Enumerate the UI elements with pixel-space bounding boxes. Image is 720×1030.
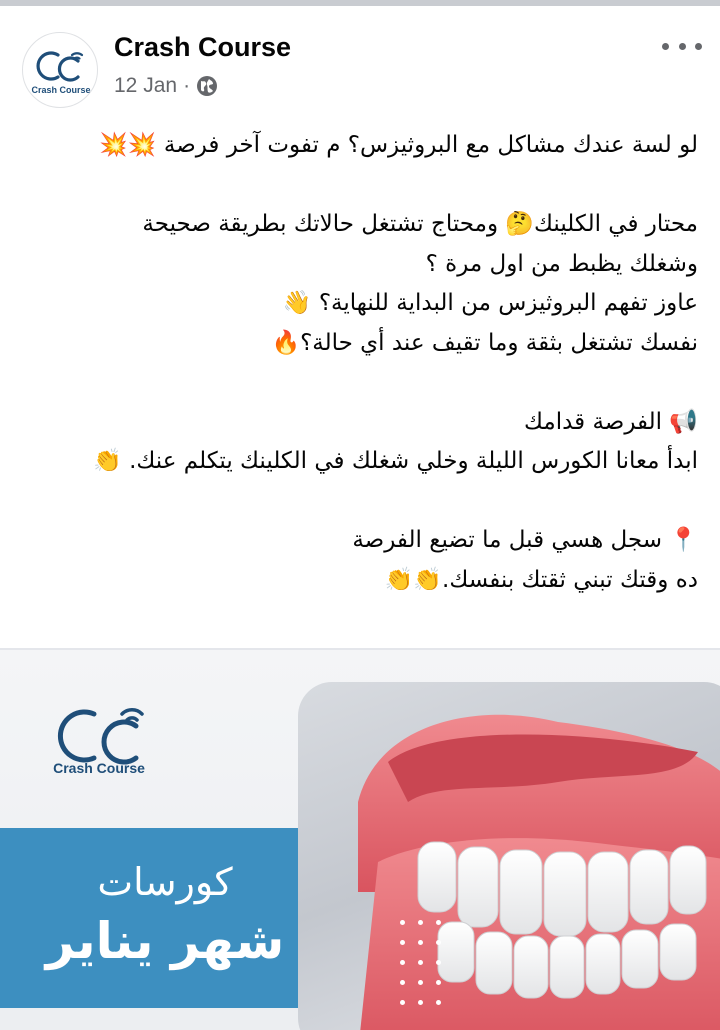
post-meta: 12 Jan · [114,74,218,98]
top-divider-strip [0,0,720,6]
post-line: وشغلك يظبط من اول مرة ؟ [425,250,698,277]
post-image[interactable]: Crash Course كورسات شهر يناير [0,650,720,1030]
meta-separator: · [183,74,191,97]
banner-title: كورسات [97,860,233,904]
post-line: محتار في الكلينك🤔 ومحتاج تشتغل حالاتك بط… [142,211,698,237]
decorative-dots [398,918,458,1030]
crash-course-logo-icon [36,51,84,82]
image-logo-text: Crash Course [53,760,145,776]
post-line: عاوز تفهم البروثيزس من البداية للنهاية؟ … [282,290,698,316]
denture-photo [298,682,720,1030]
post-line: لو لسة عندك مشاكل مع البروثيزس؟ م تفوت آ… [99,132,698,158]
denture-illustration [358,714,720,1030]
post-line: ده وقتك تبني ثقتك بنفسك.👏👏 [384,566,698,593]
more-horizontal-icon[interactable] [662,38,702,54]
post-date-link[interactable]: 12 Jan [114,74,177,98]
globe-icon[interactable] [196,75,218,97]
page-avatar[interactable]: Crash Course [22,32,98,108]
post-line: ابدأ معانا الكورس الليلة وخلي شغلك في ال… [93,448,698,474]
page-name-link[interactable]: Crash Course [114,32,291,63]
post-message: لو لسة عندك مشاكل مع البروثيزس؟ م تفوت آ… [22,126,698,600]
post-line: نفسك تشتغل بثقة وما تقيف عند أي حالة؟🔥 [271,329,698,356]
post-header: Crash Course Crash Course 12 Jan · [22,28,702,108]
post-line: 📢 الفرصة قدامك [523,408,698,435]
post-line: 📍 سجل هسي قبل ما تضيع الفرصة [352,527,698,553]
banner-subtitle: شهر يناير [45,912,285,970]
avatar-logo-text: Crash Course [31,85,91,95]
